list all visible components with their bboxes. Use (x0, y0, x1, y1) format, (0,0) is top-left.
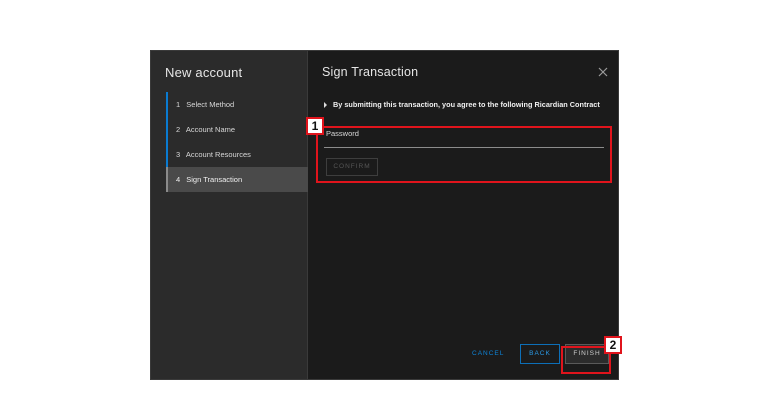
step-sign-transaction[interactable]: 4 Sign Transaction (166, 167, 308, 192)
highlight-box-1 (316, 126, 612, 183)
step-number: 3 (176, 150, 181, 159)
highlight-tag-2: 2 (604, 336, 622, 354)
step-number: 4 (176, 175, 181, 184)
step-number: 1 (176, 100, 181, 109)
contract-text: By submitting this transaction, you agre… (333, 100, 600, 109)
wizard-steps: 1 Select Method 2 Account Name 3 Account… (166, 92, 308, 192)
sign-transaction-panel: Sign Transaction By submitting this tran… (308, 51, 618, 379)
step-select-method[interactable]: 1 Select Method (166, 92, 308, 117)
step-label: Account Name (185, 125, 236, 134)
step-account-name[interactable]: 2 Account Name (166, 117, 308, 142)
step-account-resources[interactable]: 3 Account Resources (166, 142, 308, 167)
wizard-title: New account (165, 65, 243, 80)
step-label: Sign Transaction (186, 175, 243, 184)
close-icon (598, 67, 608, 77)
back-button[interactable]: BACK (520, 344, 560, 364)
wizard-sidebar: New account 1 Select Method 2 Account Na… (151, 51, 308, 379)
cancel-button[interactable]: CANCEL (472, 350, 504, 357)
highlight-tag-1: 1 (306, 117, 324, 135)
close-button[interactable] (596, 65, 610, 79)
step-label: Account Resources (185, 150, 251, 159)
caret-right-icon (324, 101, 327, 108)
page-title: Sign Transaction (322, 65, 419, 79)
step-number: 2 (176, 125, 181, 134)
ricardian-contract-toggle[interactable]: By submitting this transaction, you agre… (324, 100, 600, 109)
new-account-dialog: New account 1 Select Method 2 Account Na… (150, 50, 619, 380)
step-label: Select Method (186, 100, 235, 109)
